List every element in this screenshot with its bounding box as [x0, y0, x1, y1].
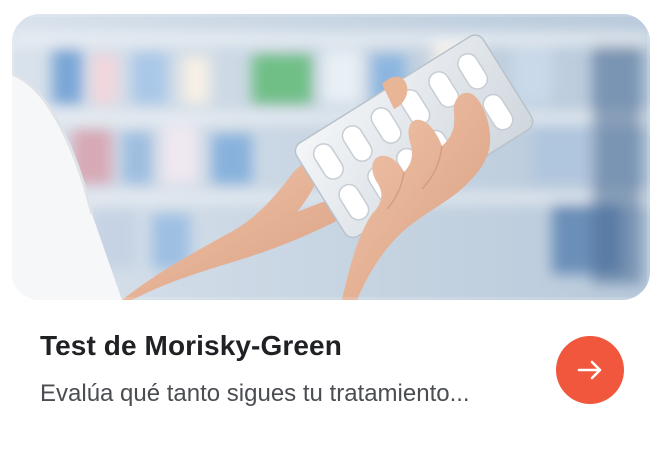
open-test-button[interactable]	[556, 336, 624, 404]
test-card[interactable]: Test de Morisky-Green Evalúa qué tanto s…	[0, 0, 662, 452]
card-title: Test de Morisky-Green	[40, 330, 342, 361]
card-hero-image	[12, 14, 650, 300]
arrow-right-icon	[577, 360, 602, 380]
card-description: Evalúa qué tanto sigues tu tratamiento..…	[40, 380, 470, 407]
